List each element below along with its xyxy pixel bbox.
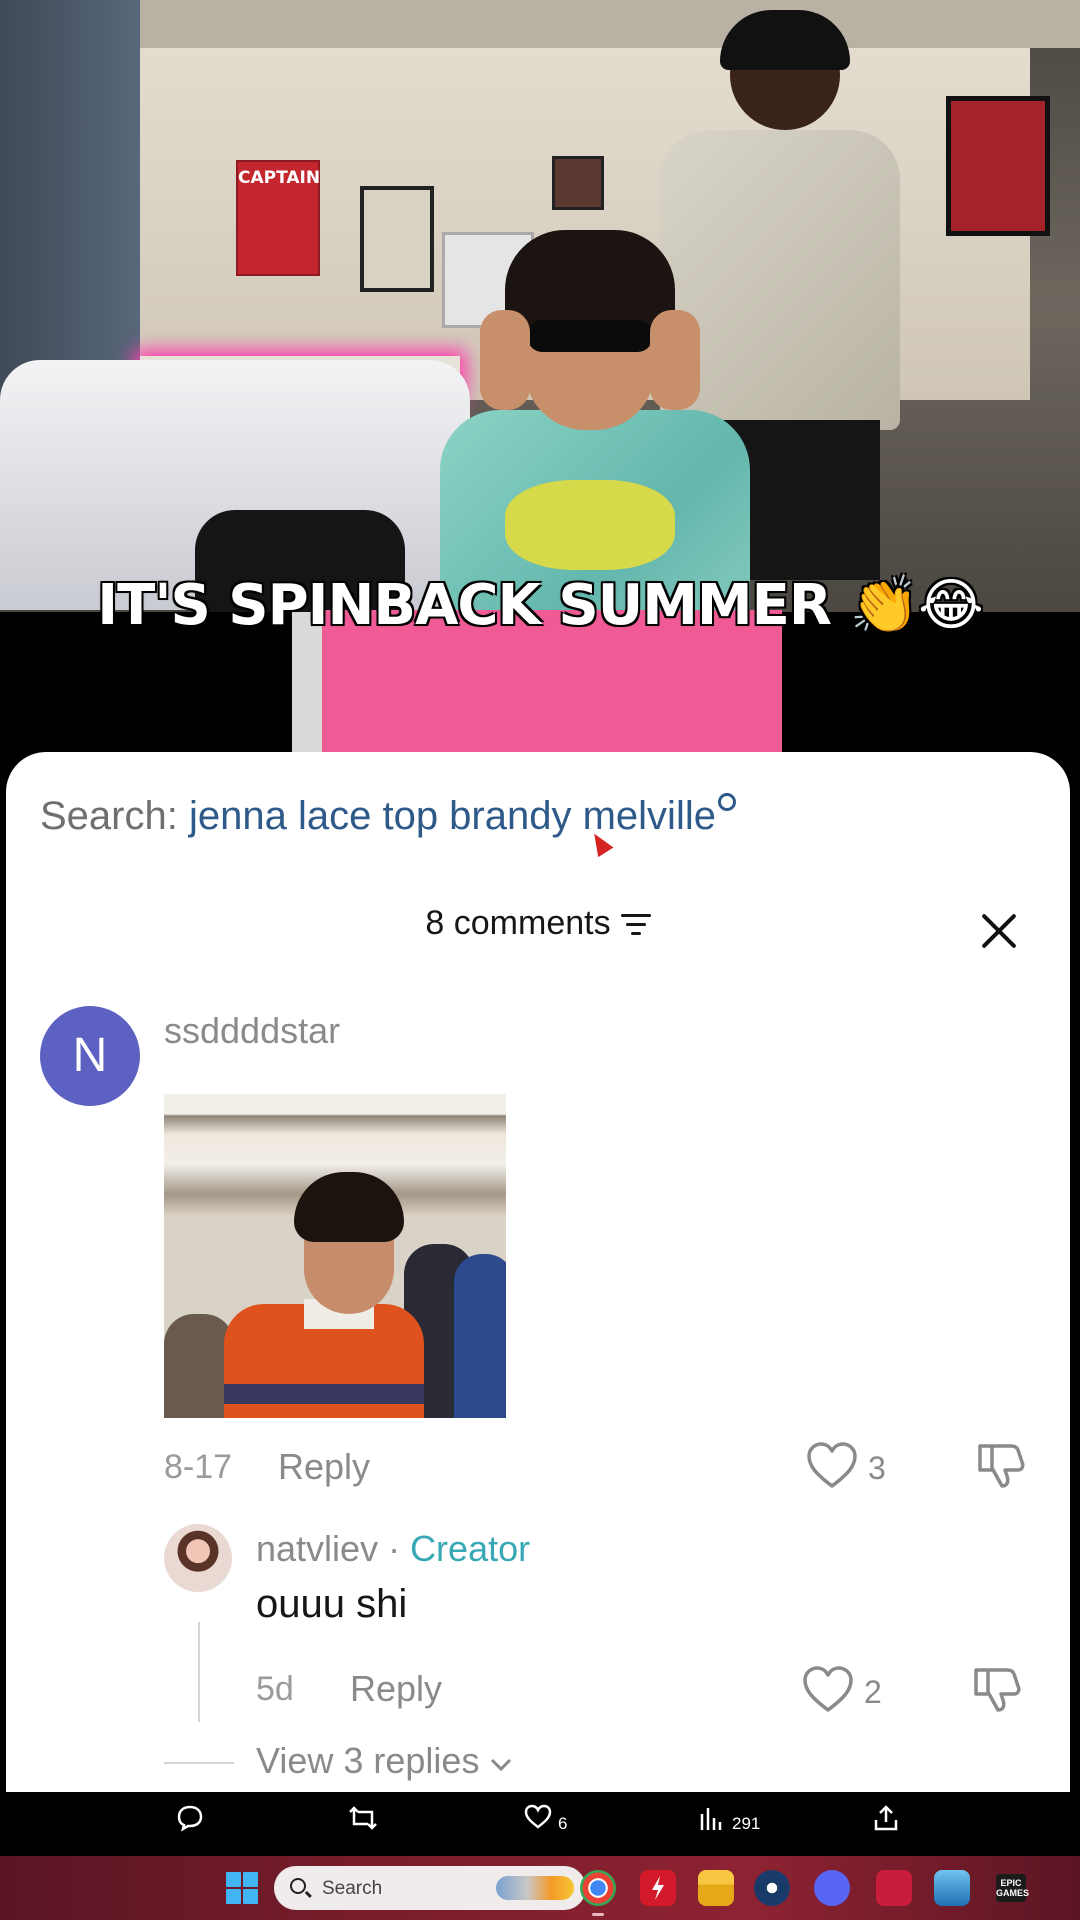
screen: CAPTAIN IT'S SPINBACK SUMMER 👏😂 Search: … xyxy=(0,0,1080,1920)
search-highlight-icon xyxy=(496,1876,574,1900)
reply-action[interactable] xyxy=(176,1804,204,1837)
like-count: 2 xyxy=(864,1674,882,1710)
thumbs-down-icon xyxy=(978,1444,1025,1488)
comment-image[interactable] xyxy=(164,1094,506,1418)
views-action[interactable]: 291 xyxy=(698,1804,760,1837)
view-count: 291 xyxy=(732,1814,761,1833)
captain-poster: CAPTAIN xyxy=(236,160,320,276)
comment-username[interactable]: ssddddstar xyxy=(164,1010,340,1052)
taskbar-search-placeholder: Search xyxy=(322,1878,383,1899)
separator: · xyxy=(378,1528,411,1569)
discord-icon[interactable] xyxy=(814,1870,850,1906)
search-icon xyxy=(717,793,736,811)
comment-date: 8-17 xyxy=(164,1448,233,1486)
taskbar-search[interactable]: Search xyxy=(274,1866,586,1910)
sort-filter-icon[interactable] xyxy=(620,914,651,936)
thumbs-down-icon xyxy=(974,1668,1021,1712)
flash-app-icon[interactable] xyxy=(640,1870,676,1906)
steam-icon[interactable] xyxy=(754,1870,790,1906)
search-query-link[interactable]: jenna lace top brandy melville xyxy=(189,794,716,838)
reply-username[interactable]: natvliev xyxy=(256,1528,378,1569)
view-replies-button[interactable]: View 3 replies xyxy=(256,1740,513,1782)
avatar[interactable] xyxy=(164,1524,232,1592)
search-prefix: Search: xyxy=(40,794,178,838)
repost-action[interactable] xyxy=(348,1804,378,1837)
video-frame[interactable]: CAPTAIN IT'S SPINBACK SUMMER 👏😂 xyxy=(0,0,1080,760)
share-action[interactable] xyxy=(872,1804,900,1837)
heart-icon xyxy=(803,1666,853,1712)
wall-frame xyxy=(946,96,1050,236)
search-suggestion[interactable]: Search: jenna lace top brandy melville xyxy=(40,793,736,839)
video-caption: IT'S SPINBACK SUMMER 👏😂 xyxy=(97,573,983,638)
dislike-button[interactable] xyxy=(976,1440,1026,1495)
repost-icon xyxy=(349,1806,377,1830)
view-replies-label: View 3 replies xyxy=(256,1740,480,1781)
bar-chart-icon xyxy=(700,1808,722,1830)
poster-text: CAPTAIN xyxy=(238,168,321,188)
heart-icon xyxy=(524,1804,552,1829)
reply-button[interactable]: Reply xyxy=(350,1668,442,1710)
chevron-down-icon xyxy=(491,1758,512,1772)
post-action-bar: 6 291 xyxy=(0,1792,1080,1856)
share-icon xyxy=(874,1805,898,1831)
file-explorer-icon[interactable] xyxy=(698,1870,734,1906)
epic-games-icon[interactable]: EPIC GAMES xyxy=(996,1874,1029,1902)
app-icon[interactable] xyxy=(876,1870,912,1906)
chrome-icon[interactable] xyxy=(580,1870,616,1916)
reply-username-row: natvliev · Creator xyxy=(256,1528,530,1570)
windows-taskbar: Search EPIC GAMES xyxy=(0,1856,1080,1920)
like-count: 3 xyxy=(868,1450,886,1486)
close-icon[interactable] xyxy=(976,908,1022,954)
like-count: 6 xyxy=(558,1814,568,1833)
thread-line xyxy=(198,1622,200,1722)
reply-text: ouuu shi xyxy=(256,1582,408,1626)
wall-frame xyxy=(552,156,604,210)
comments-header: 8 comments xyxy=(6,904,1070,943)
comments-count: 8 comments xyxy=(425,904,611,942)
reply-date: 5d xyxy=(256,1670,294,1708)
comment-icon xyxy=(177,1805,203,1832)
avatar[interactable]: N xyxy=(40,1006,140,1106)
like-action[interactable]: 6 xyxy=(524,1804,567,1835)
reply-button[interactable]: Reply xyxy=(278,1446,370,1488)
divider xyxy=(164,1762,234,1764)
like-button[interactable]: 3 xyxy=(806,1442,886,1495)
heart-icon xyxy=(807,1442,857,1488)
creator-badge: Creator xyxy=(410,1528,531,1569)
like-button[interactable]: 2 xyxy=(802,1666,882,1719)
search-icon xyxy=(290,1878,306,1894)
windows-start-icon[interactable] xyxy=(226,1872,258,1904)
comments-sheet: Search: jenna lace top brandy melville 8… xyxy=(6,752,1070,1792)
dislike-button[interactable] xyxy=(972,1664,1022,1719)
photos-icon[interactable] xyxy=(934,1870,970,1906)
